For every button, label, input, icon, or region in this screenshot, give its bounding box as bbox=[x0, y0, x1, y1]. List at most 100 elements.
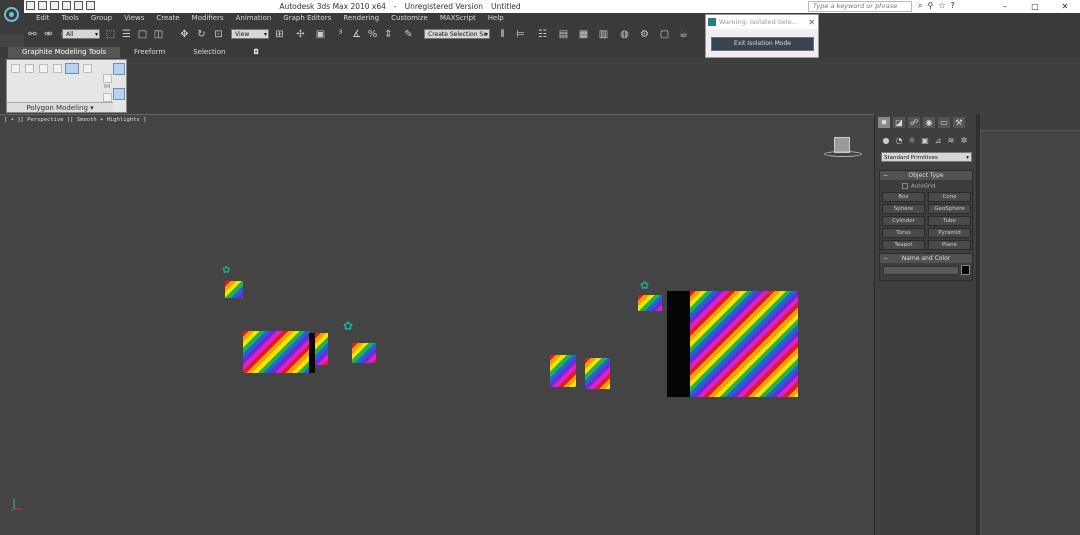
modify-tab-icon[interactable]: ◪ bbox=[893, 117, 905, 128]
reference-coordinate-dropdown[interactable]: View bbox=[231, 29, 269, 40]
helpers-icon[interactable]: ⊿ bbox=[933, 136, 943, 146]
plant-object[interactable]: ✿ bbox=[343, 319, 353, 333]
menu-help[interactable]: Help bbox=[482, 13, 510, 24]
create-tab-icon[interactable]: ✹ bbox=[878, 117, 890, 128]
curve-editor-icon[interactable]: ▦ bbox=[577, 28, 590, 41]
search-input[interactable]: Type a keyword or phrase bbox=[808, 1, 912, 12]
scale-icon[interactable]: ⊡ bbox=[212, 28, 225, 41]
select-manipulate-icon[interactable]: ✢ bbox=[294, 28, 307, 41]
graphite-toggle-icon[interactable]: ▤ bbox=[557, 28, 570, 41]
checkered-box[interactable] bbox=[243, 331, 310, 373]
plant-object[interactable]: ✿ bbox=[640, 279, 649, 292]
vertex-icon[interactable] bbox=[25, 64, 34, 73]
utilities-tab-icon[interactable]: ⚒ bbox=[953, 117, 965, 128]
systems-icon[interactable]: ✲ bbox=[959, 136, 969, 146]
render-setup-icon[interactable]: ⚙ bbox=[638, 28, 651, 41]
menu-edit[interactable]: Edit bbox=[30, 13, 56, 24]
angle-snap-icon[interactable]: ∡ bbox=[350, 28, 363, 41]
cone-button[interactable]: Cone bbox=[928, 192, 971, 202]
menu-modifiers[interactable]: Modifiers bbox=[186, 13, 230, 24]
element-icon[interactable] bbox=[83, 64, 92, 73]
object-name-field[interactable] bbox=[883, 266, 959, 275]
display-tab-icon[interactable]: ▭ bbox=[938, 117, 950, 128]
tab-graphite-modeling-tools[interactable]: Graphite Modeling Tools bbox=[8, 47, 121, 58]
ribbon-options-icon[interactable]: ◘ bbox=[239, 47, 273, 58]
pin-stack-icon[interactable] bbox=[113, 63, 125, 75]
maximize-button[interactable]: □ bbox=[1020, 0, 1050, 13]
close-button[interactable]: ✕ bbox=[1050, 0, 1080, 13]
menu-graph-editors[interactable]: Graph Editors bbox=[277, 13, 337, 24]
app-logo-button[interactable] bbox=[0, 0, 24, 34]
layer-manager-icon[interactable]: ☷ bbox=[536, 28, 549, 41]
menu-rendering[interactable]: Rendering bbox=[337, 13, 385, 24]
keyboard-shortcut-icon[interactable]: ▣ bbox=[314, 28, 327, 41]
viewcube[interactable] bbox=[824, 137, 862, 161]
tab-selection[interactable]: Selection bbox=[179, 47, 239, 58]
mirror-icon[interactable]: ⫴ bbox=[496, 28, 509, 41]
search-icon[interactable]: ⌕ bbox=[918, 1, 922, 11]
tube-button[interactable]: Tube bbox=[928, 216, 971, 226]
perspective-viewport[interactable]: [ + ][ Perspective ][ Smooth + Highlight… bbox=[0, 114, 874, 535]
space-warps-icon[interactable]: ≋ bbox=[946, 136, 956, 146]
geometry-icon[interactable]: ● bbox=[881, 136, 891, 146]
checkered-pot[interactable] bbox=[352, 343, 376, 363]
unlink-icon[interactable]: ⚮ bbox=[42, 28, 55, 41]
object-color-swatch[interactable] bbox=[961, 265, 970, 275]
pyramid-button[interactable]: Pyramid bbox=[928, 228, 971, 238]
named-selection-dropdown[interactable]: Create Selection Se bbox=[424, 29, 490, 40]
align-icon[interactable]: ⊨ bbox=[514, 28, 527, 41]
material-editor-icon[interactable]: ◍ bbox=[618, 28, 631, 41]
menu-maxscript[interactable]: MAXScript bbox=[434, 13, 482, 24]
help-icon[interactable]: ? bbox=[951, 1, 955, 11]
checkered-cylinder[interactable] bbox=[550, 355, 576, 387]
menu-customize[interactable]: Customize bbox=[385, 13, 434, 24]
plane-button[interactable]: Plane bbox=[928, 240, 971, 250]
panel-label[interactable]: Polygon Modeling ▾ bbox=[7, 102, 113, 112]
edit-named-selection-icon[interactable]: ✎ bbox=[402, 28, 415, 41]
checkered-box-side[interactable] bbox=[315, 333, 328, 365]
link-icon[interactable]: ⚯ bbox=[26, 28, 39, 41]
plant-object[interactable]: ✿ bbox=[222, 265, 230, 276]
rendered-frame-icon[interactable]: ▢ bbox=[658, 28, 671, 41]
rotate-icon[interactable]: ↻ bbox=[195, 28, 208, 41]
menu-group[interactable]: Group bbox=[85, 13, 118, 24]
shapes-icon[interactable]: ◔ bbox=[894, 136, 904, 146]
collapse-stack-icon[interactable] bbox=[103, 93, 112, 102]
geosphere-button[interactable]: GeoSphere bbox=[928, 204, 971, 214]
checkered-pot[interactable] bbox=[225, 281, 243, 298]
render-production-icon[interactable]: ☕ bbox=[677, 28, 690, 41]
checkered-cube[interactable] bbox=[690, 291, 798, 397]
lights-icon[interactable]: ☼ bbox=[907, 136, 917, 146]
pivot-center-icon[interactable]: ⊞ bbox=[273, 28, 286, 41]
tab-freeform[interactable]: Freeform bbox=[120, 47, 179, 58]
menu-animation[interactable]: Animation bbox=[230, 13, 278, 24]
move-icon[interactable]: ✥ bbox=[178, 28, 191, 41]
hierarchy-tab-icon[interactable]: ☍ bbox=[908, 117, 920, 128]
box-button[interactable]: Box bbox=[882, 192, 925, 202]
autogrid-checkbox[interactable]: AutoGrid bbox=[902, 183, 935, 190]
polygon-icon[interactable] bbox=[65, 63, 79, 74]
subscription-icon[interactable]: ⚲ bbox=[927, 1, 933, 11]
border-icon[interactable] bbox=[53, 64, 62, 73]
teapot-button[interactable]: Teapot bbox=[882, 240, 925, 250]
menu-create[interactable]: Create bbox=[150, 13, 185, 24]
motion-tab-icon[interactable]: ◉ bbox=[923, 117, 935, 128]
window-crossing-icon[interactable]: ◫ bbox=[152, 28, 165, 41]
menu-tools[interactable]: Tools bbox=[56, 13, 85, 24]
torus-button[interactable]: Torus bbox=[882, 228, 925, 238]
schematic-view-icon[interactable]: ▥ bbox=[597, 28, 610, 41]
favorites-icon[interactable]: ☆ bbox=[938, 1, 945, 11]
minimize-button[interactable]: – bbox=[990, 0, 1020, 13]
exit-isolation-mode-button[interactable]: Exit Isolation Mode bbox=[711, 37, 814, 51]
snaps-toggle-icon[interactable]: ³ bbox=[334, 28, 347, 41]
edge-icon[interactable] bbox=[39, 64, 48, 73]
cameras-icon[interactable]: ▣ bbox=[920, 136, 930, 146]
cylinder-button[interactable]: Cylinder bbox=[882, 216, 925, 226]
viewport-label[interactable]: [ + ][ Perspective ][ Smooth + Highlight… bbox=[4, 117, 146, 123]
menu-views[interactable]: Views bbox=[118, 13, 150, 24]
percent-snap-icon[interactable]: % bbox=[366, 28, 379, 41]
select-by-name-icon[interactable]: ☰ bbox=[120, 28, 133, 41]
checkered-pot[interactable] bbox=[638, 295, 662, 311]
rect-selection-icon[interactable]: □ bbox=[136, 28, 149, 41]
object-category-dropdown[interactable]: Standard Primitives bbox=[881, 152, 972, 163]
